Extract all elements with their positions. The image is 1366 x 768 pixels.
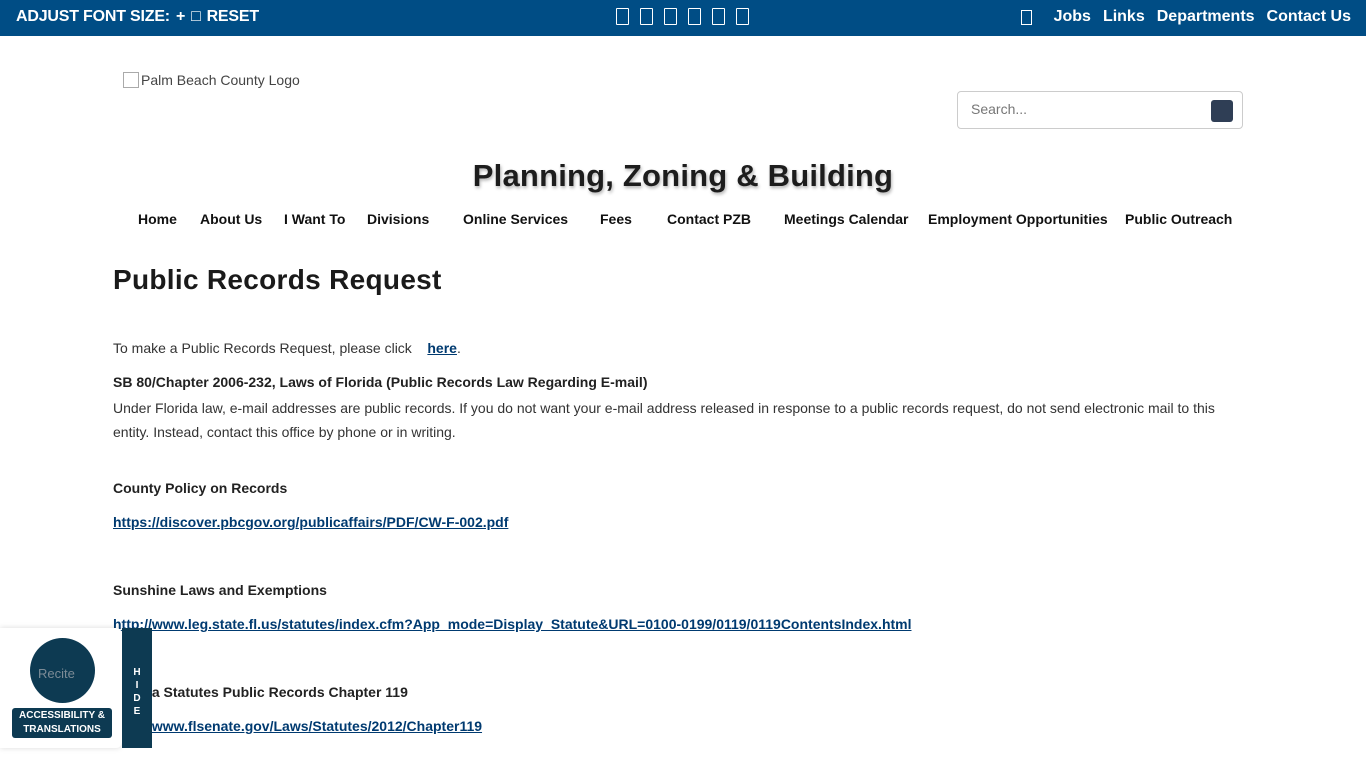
font-increase-button[interactable]: + (176, 8, 185, 26)
jobs-link[interactable]: Jobs (1054, 8, 1091, 26)
recite-logo[interactable]: Recite (30, 638, 95, 703)
hide-letter: E (133, 706, 141, 717)
font-reset-button[interactable]: RESET (207, 8, 260, 26)
page-title: Public Records Request (113, 264, 442, 295)
font-size-label: ADJUST FONT SIZE: (16, 8, 170, 25)
nav-divisions[interactable]: Divisions (367, 211, 429, 227)
accessibility-panel[interactable]: Recite ACCESSIBILITY & TRANSLATIONS (0, 628, 122, 748)
departments-link[interactable]: Departments (1157, 8, 1255, 26)
statutes-heading: Florida Statutes Public Records Chapter … (113, 684, 408, 700)
sunshine-heading: Sunshine Laws and Exemptions (113, 582, 327, 598)
hide-letter: H (133, 667, 141, 678)
accessibility-label-line1: ACCESSIBILITY & (19, 710, 105, 721)
facebook-icon[interactable] (616, 8, 629, 25)
nav-about-us[interactable]: About Us (200, 211, 262, 227)
social-links (616, 8, 749, 25)
intro-period: . (456, 340, 461, 356)
sb80-body: Under Florida law, e-mail addresses are … (113, 400, 1215, 440)
site-title: Planning, Zoning & Building (472, 158, 894, 193)
font-decrease-icon[interactable]: □ (191, 8, 201, 26)
linkedin-icon[interactable] (712, 8, 725, 25)
accessibility-translations-button[interactable]: ACCESSIBILITY & TRANSLATIONS (12, 708, 112, 738)
hide-letter: I (135, 680, 139, 691)
accessibility-label-line2: TRANSLATIONS (23, 724, 101, 735)
intro-text: To make a Public Records Request, please… (113, 340, 412, 356)
county-policy-link[interactable]: https://discover.pbcgov.org/publicaffair… (113, 514, 508, 530)
utility-links: Jobs Links Departments Contact Us (1020, 8, 1351, 26)
nav-fees[interactable]: Fees (600, 211, 632, 227)
broken-image-icon (123, 72, 139, 88)
twitter-icon[interactable] (640, 8, 653, 25)
hide-letter: D (133, 693, 141, 704)
nav-online-services[interactable]: Online Services (463, 211, 568, 227)
links-link[interactable]: Links (1103, 8, 1145, 26)
search-box (957, 91, 1243, 129)
search-input[interactable] (971, 101, 1191, 117)
records-request-link[interactable]: here (427, 340, 457, 356)
nav-home[interactable]: Home (138, 211, 177, 227)
utility-bar: ADJUST FONT SIZE: + □ RESET Jobs Links D… (0, 0, 1366, 36)
county-policy-heading: County Policy on Records (113, 480, 288, 496)
nextdoor-icon[interactable] (736, 8, 749, 25)
sunshine-link[interactable]: http://www.leg.state.fl.us/statutes/inde… (113, 616, 912, 632)
logo-alt-text: Palm Beach County Logo (141, 72, 300, 88)
nav-public-outreach[interactable]: Public Outreach (1125, 211, 1232, 227)
statutes-link[interactable]: http://www.flsenate.gov/Laws/Statutes/20… (113, 718, 482, 734)
contact-us-link[interactable]: Contact Us (1267, 8, 1351, 26)
search-button[interactable] (1211, 100, 1233, 122)
county-logo[interactable]: Palm Beach County Logo (123, 72, 300, 88)
recite-alt-text: Recite (38, 666, 75, 681)
font-size-controls: ADJUST FONT SIZE: + □ RESET (16, 8, 259, 26)
nav-employment-opportunities[interactable]: Employment Opportunities (928, 211, 1108, 227)
accessibility-widget: Recite ACCESSIBILITY & TRANSLATIONS H I … (0, 628, 152, 748)
intro-line: To make a Public Records Request, please… (113, 340, 461, 356)
hide-widget-button[interactable]: H I D E (122, 628, 152, 748)
nav-i-want-to[interactable]: I Want To (284, 211, 345, 227)
nav-contact-pzb[interactable]: Contact PZB (667, 211, 751, 227)
language-icon[interactable] (1020, 9, 1032, 25)
instagram-icon[interactable] (688, 8, 701, 25)
youtube-icon[interactable] (664, 8, 677, 25)
sb80-heading: SB 80/Chapter 2006-232, Laws of Florida … (113, 374, 648, 390)
nav-meetings-calendar[interactable]: Meetings Calendar (784, 211, 908, 227)
